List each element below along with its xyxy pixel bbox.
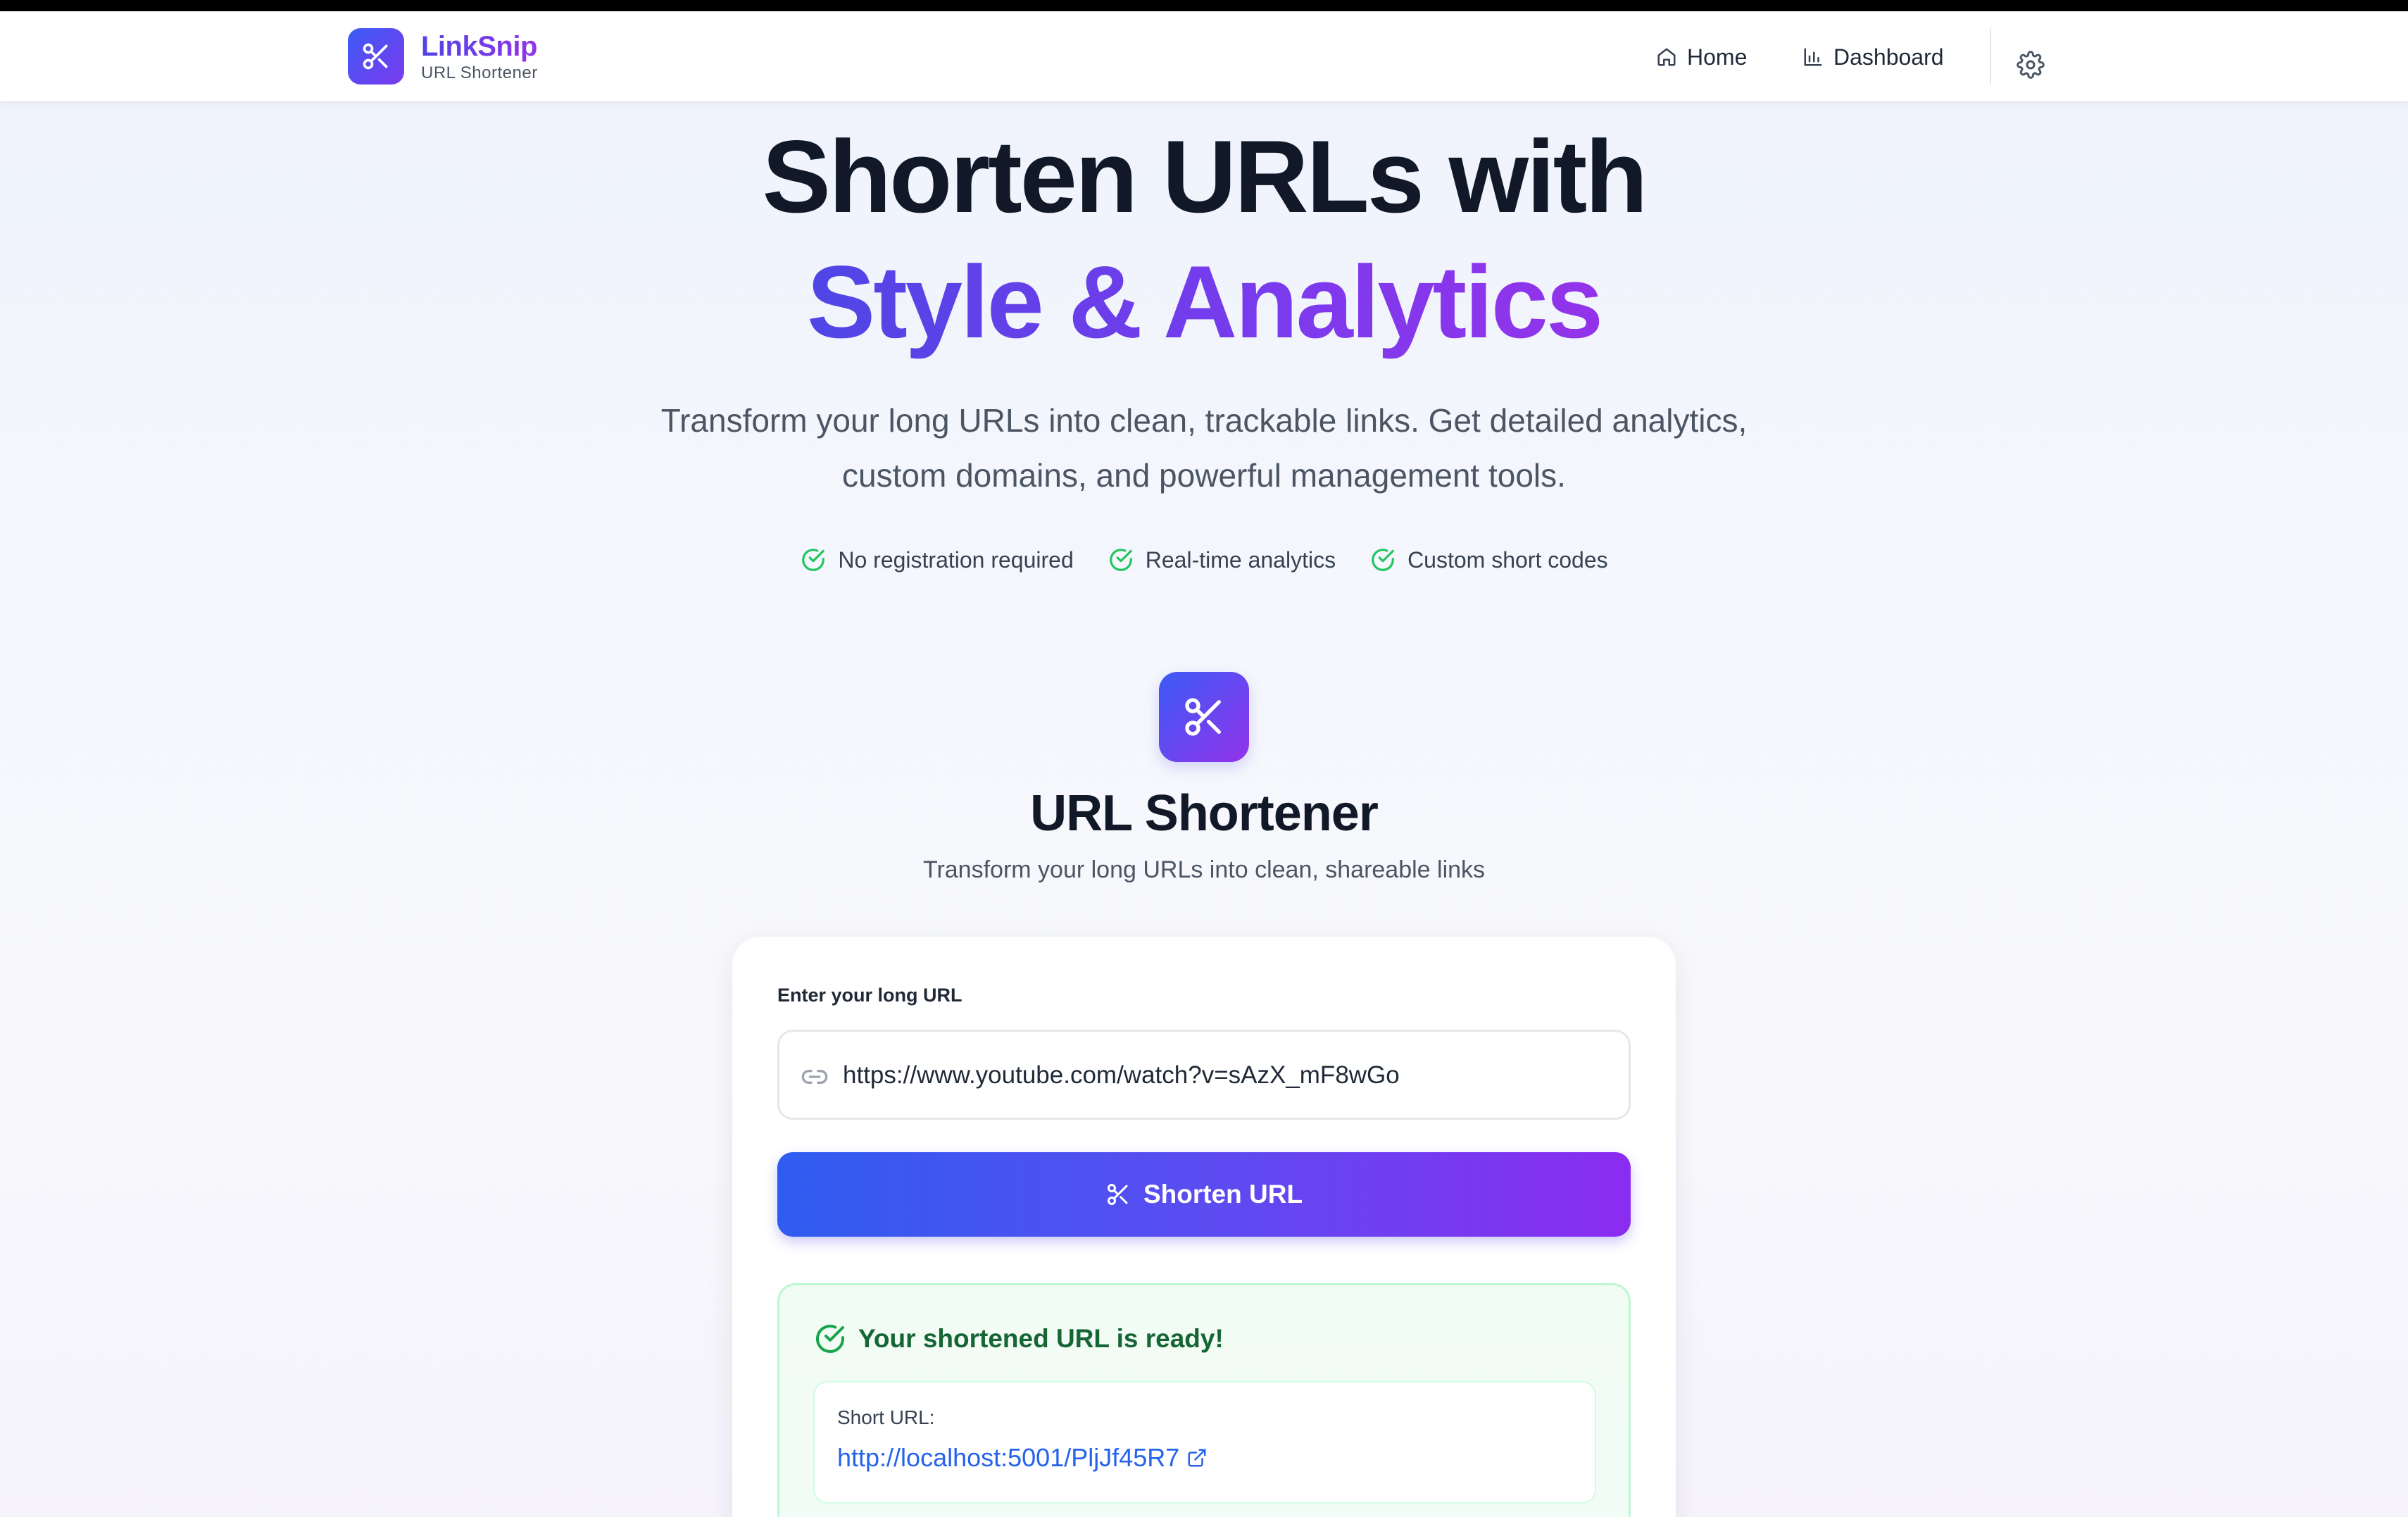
feature-label: Custom short codes xyxy=(1407,547,1608,573)
feature-label: Real-time analytics xyxy=(1145,547,1336,573)
shortener-logo xyxy=(1159,672,1249,762)
feature-item: No registration required xyxy=(800,547,1074,573)
url-input-wrapper[interactable] xyxy=(777,1030,1631,1120)
result-panel: Your shortened URL is ready! Short URL: … xyxy=(777,1283,1631,1517)
shorten-url-button-label: Shorten URL xyxy=(1143,1180,1303,1209)
bar-chart-icon xyxy=(1804,48,1822,66)
nav-home-link[interactable]: Home xyxy=(1656,39,1747,75)
top-strip xyxy=(0,0,2408,11)
url-field-label: Enter your long URL xyxy=(777,985,962,1006)
feature-list: No registration required Real-time analy… xyxy=(0,547,2408,573)
nav-divider xyxy=(1990,28,1991,85)
scissors-icon xyxy=(1185,698,1221,736)
nav-dashboard-label: Dashboard xyxy=(1833,44,1944,70)
external-link-icon xyxy=(1188,1449,1206,1467)
shortener-subtitle: Transform your long URLs into clean, sha… xyxy=(922,856,1486,883)
brand-subtitle: URL Shortener xyxy=(421,63,538,82)
site-header: LinkSnip URL Shortener Home Dashboard xyxy=(0,11,2408,103)
shortener-card: Enter your long URL Shorten URL Your sho… xyxy=(732,937,1676,1517)
brand-name[interactable]: LinkSnip xyxy=(421,31,537,63)
result-heading: Your shortened URL is ready! xyxy=(813,1322,1224,1356)
check-circle-icon xyxy=(1372,549,1394,571)
long-url-input[interactable] xyxy=(843,1053,1617,1098)
scissors-icon xyxy=(363,43,388,70)
short-url-link[interactable]: http://localhost:5001/PljJf45R7 xyxy=(837,1443,1208,1473)
check-circle-icon xyxy=(802,549,825,571)
hero-title-line1: Shorten URLs with xyxy=(762,119,1648,234)
short-url-text: http://localhost:5001/PljJf45R7 xyxy=(837,1443,1180,1472)
home-icon xyxy=(1657,48,1676,66)
link-icon xyxy=(801,1070,828,1084)
scissors-icon xyxy=(1107,1184,1128,1205)
check-circle-icon xyxy=(816,1325,844,1353)
short-url-box: Short URL: http://localhost:5001/PljJf45… xyxy=(813,1381,1596,1504)
gear-icon[interactable] xyxy=(2017,51,2045,79)
nav-dashboard-link[interactable]: Dashboard xyxy=(1802,39,1944,75)
short-url-label: Short URL: xyxy=(837,1406,935,1428)
feature-item: Real-time analytics xyxy=(1108,547,1336,573)
result-heading-text: Your shortened URL is ready! xyxy=(858,1324,1224,1353)
hero-description-line2: custom domains, and powerful management … xyxy=(842,457,1566,494)
feature-label: No registration required xyxy=(838,547,1074,573)
nav-home-label: Home xyxy=(1687,44,1748,70)
feature-item: Custom short codes xyxy=(1369,547,1608,573)
check-circle-icon xyxy=(1109,549,1132,571)
hero-description-line1: Transform your long URLs into clean, tra… xyxy=(660,402,1748,439)
hero-title-gradient: Style & Analytics xyxy=(806,244,1603,359)
hero-title-line2: Style & Analytics xyxy=(0,251,2408,354)
shorten-url-button[interactable]: Shorten URL xyxy=(777,1152,1631,1237)
logo-icon[interactable] xyxy=(348,28,404,85)
shortener-title: URL Shortener xyxy=(1030,785,1379,842)
